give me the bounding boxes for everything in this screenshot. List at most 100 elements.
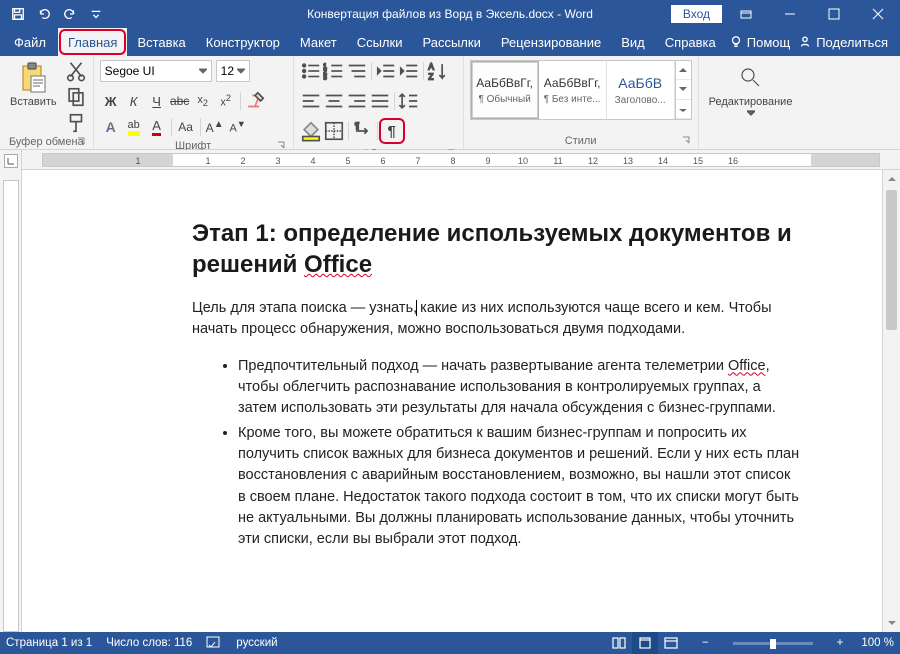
gallery-up-button[interactable] (676, 61, 691, 80)
font-size-combo[interactable]: 12 (216, 60, 250, 82)
search-icon (735, 62, 767, 94)
tab-view[interactable]: Вид (611, 28, 655, 56)
horizontal-ruler[interactable]: 1 1 2 3 4 5 6 7 8 9 10 11 12 13 14 15 16 (22, 150, 900, 170)
gallery-more-button[interactable] (676, 100, 691, 119)
tab-help[interactable]: Справка (655, 28, 726, 56)
clipboard-launcher[interactable] (75, 136, 87, 148)
styles-launcher[interactable] (680, 135, 692, 147)
change-case-button[interactable]: Aa (175, 116, 197, 138)
align-left-button[interactable] (300, 90, 322, 112)
clear-formatting-button[interactable] (244, 90, 266, 112)
style-normal[interactable]: АаБбВвГг, ¶ Обычный (471, 61, 539, 119)
tab-layout[interactable]: Макет (290, 28, 347, 56)
tab-insert[interactable]: Вставка (127, 28, 195, 56)
format-painter-button[interactable] (65, 112, 87, 134)
chevron-down-icon (199, 64, 207, 78)
minimize-button[interactable] (770, 0, 810, 28)
tab-selector[interactable] (4, 154, 18, 168)
font-color-button[interactable]: А (146, 116, 168, 138)
zoom-in-button[interactable]: + (833, 637, 848, 649)
word-count-status[interactable]: Число слов: 116 (106, 637, 192, 649)
vertical-ruler[interactable] (0, 150, 22, 632)
login-button[interactable]: Вход (671, 5, 722, 23)
scroll-down-button[interactable] (883, 614, 900, 632)
tell-me-button[interactable]: Помощ (729, 35, 790, 50)
tab-references[interactable]: Ссылки (347, 28, 413, 56)
borders-button[interactable] (323, 120, 345, 142)
font-size-value: 12 (221, 64, 234, 78)
style-heading1[interactable]: АаБбВ Заголово... (607, 61, 675, 119)
highlight-button[interactable]: ab (123, 116, 145, 138)
bold-button[interactable]: Ж (100, 90, 122, 112)
cut-button[interactable] (65, 60, 87, 82)
redo-button[interactable] (58, 2, 82, 26)
spellcheck-status[interactable] (206, 636, 222, 650)
zoom-slider[interactable] (733, 642, 813, 645)
lightbulb-icon (729, 35, 743, 49)
styles-gallery-scroller (675, 61, 691, 119)
qat-customize-button[interactable] (84, 2, 108, 26)
decrease-indent-button[interactable] (375, 60, 397, 82)
font-name-combo[interactable]: Segoe UI (100, 60, 212, 82)
text-direction-button[interactable]: ¶ (352, 120, 374, 142)
copy-button[interactable] (65, 86, 87, 108)
zoom-level[interactable]: 100 % (861, 637, 894, 649)
document-area[interactable]: Этап 1: определение используемых докумен… (22, 170, 900, 632)
gallery-down-button[interactable] (676, 80, 691, 99)
tab-home[interactable]: Главная (58, 28, 127, 56)
save-button[interactable] (6, 2, 30, 26)
style-name: ¶ Без инте... (544, 94, 601, 105)
multilevel-list-button[interactable] (346, 60, 368, 82)
grow-font-button[interactable]: A▲ (204, 116, 226, 138)
tab-file[interactable]: Файл (4, 28, 56, 56)
align-right-button[interactable] (346, 90, 368, 112)
italic-button[interactable]: К (123, 90, 145, 112)
bullets-button[interactable] (300, 60, 322, 82)
vertical-scrollbar[interactable] (882, 170, 900, 632)
strikethrough-button[interactable]: abc (169, 90, 191, 112)
scroll-thumb[interactable] (886, 190, 897, 330)
zoom-out-button[interactable]: − (698, 637, 713, 649)
scroll-up-button[interactable] (883, 170, 900, 188)
increase-indent-button[interactable] (398, 60, 420, 82)
heading-1: Этап 1: определение используемых докумен… (192, 218, 800, 280)
style-no-spacing[interactable]: АаБбВвГг, ¶ Без инте... (539, 61, 607, 119)
tab-review[interactable]: Рецензирование (491, 28, 611, 56)
shrink-font-button[interactable]: A▼ (227, 116, 249, 138)
undo-button[interactable] (32, 2, 56, 26)
show-hide-marks-button[interactable]: ¶ (381, 120, 403, 142)
superscript-button[interactable]: x2 (215, 90, 237, 112)
align-center-button[interactable] (323, 90, 345, 112)
paste-button[interactable]: Вставить (6, 60, 61, 110)
sort-button[interactable]: AZ (427, 60, 449, 82)
page-number-status[interactable]: Страница 1 из 1 (6, 637, 92, 649)
language-status[interactable]: русский (236, 637, 277, 649)
text-effects-button[interactable]: A (100, 116, 122, 138)
numbering-button[interactable]: 123 (323, 60, 345, 82)
group-clipboard: Вставить Буфер обмена (0, 56, 94, 149)
close-button[interactable] (858, 0, 898, 28)
line-spacing-button[interactable] (398, 90, 420, 112)
web-layout-button[interactable] (658, 632, 684, 654)
tab-mailings[interactable]: Рассылки (412, 28, 490, 56)
tab-design[interactable]: Конструктор (196, 28, 290, 56)
window-title: Конвертация файлов из Ворд в Эксель.docx… (307, 7, 593, 21)
group-clipboard-label: Буфер обмена (9, 136, 84, 148)
subscript-button[interactable]: x2 (192, 90, 214, 112)
view-buttons (606, 632, 684, 654)
ribbon-display-button[interactable] (726, 0, 766, 28)
justify-button[interactable] (369, 90, 391, 112)
read-mode-button[interactable] (606, 632, 632, 654)
editing-dropdown[interactable]: Редактирование (705, 60, 797, 118)
zoom-slider-thumb[interactable] (770, 639, 776, 649)
maximize-button[interactable] (814, 0, 854, 28)
share-button[interactable]: Поделиться (798, 35, 888, 50)
spellcheck-icon (206, 636, 222, 650)
chevron-down-icon (747, 110, 755, 116)
shading-button[interactable] (300, 120, 322, 142)
font-name-value: Segoe UI (105, 64, 155, 78)
ribbon-tabs: Файл Главная Вставка Конструктор Макет С… (0, 28, 900, 56)
underline-button[interactable]: Ч (146, 90, 168, 112)
svg-text:Z: Z (428, 72, 433, 81)
print-layout-button[interactable] (632, 632, 658, 654)
